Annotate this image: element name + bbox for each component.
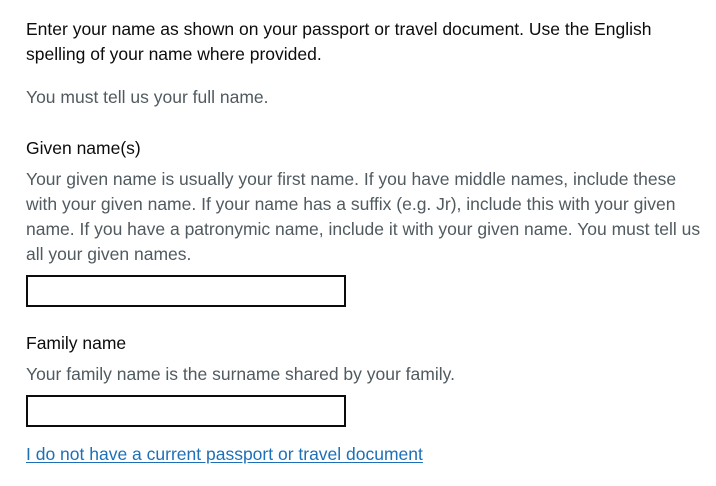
name-form: Enter your name as shown on your passpor… [26,17,706,467]
given-name-input[interactable] [26,275,346,307]
family-name-label: Family name [26,333,127,353]
family-name-hint: Your family name is the surname shared b… [26,364,455,384]
family-name-input[interactable] [26,395,346,427]
given-name-hint: Your given name is usually your first na… [26,169,701,264]
intro-text: Enter your name as shown on your passpor… [26,19,652,64]
no-passport-link[interactable]: I do not have a current passport or trav… [26,442,423,467]
given-name-label: Given name(s) [26,138,141,158]
full-name-hint: You must tell us your full name. [26,87,269,107]
